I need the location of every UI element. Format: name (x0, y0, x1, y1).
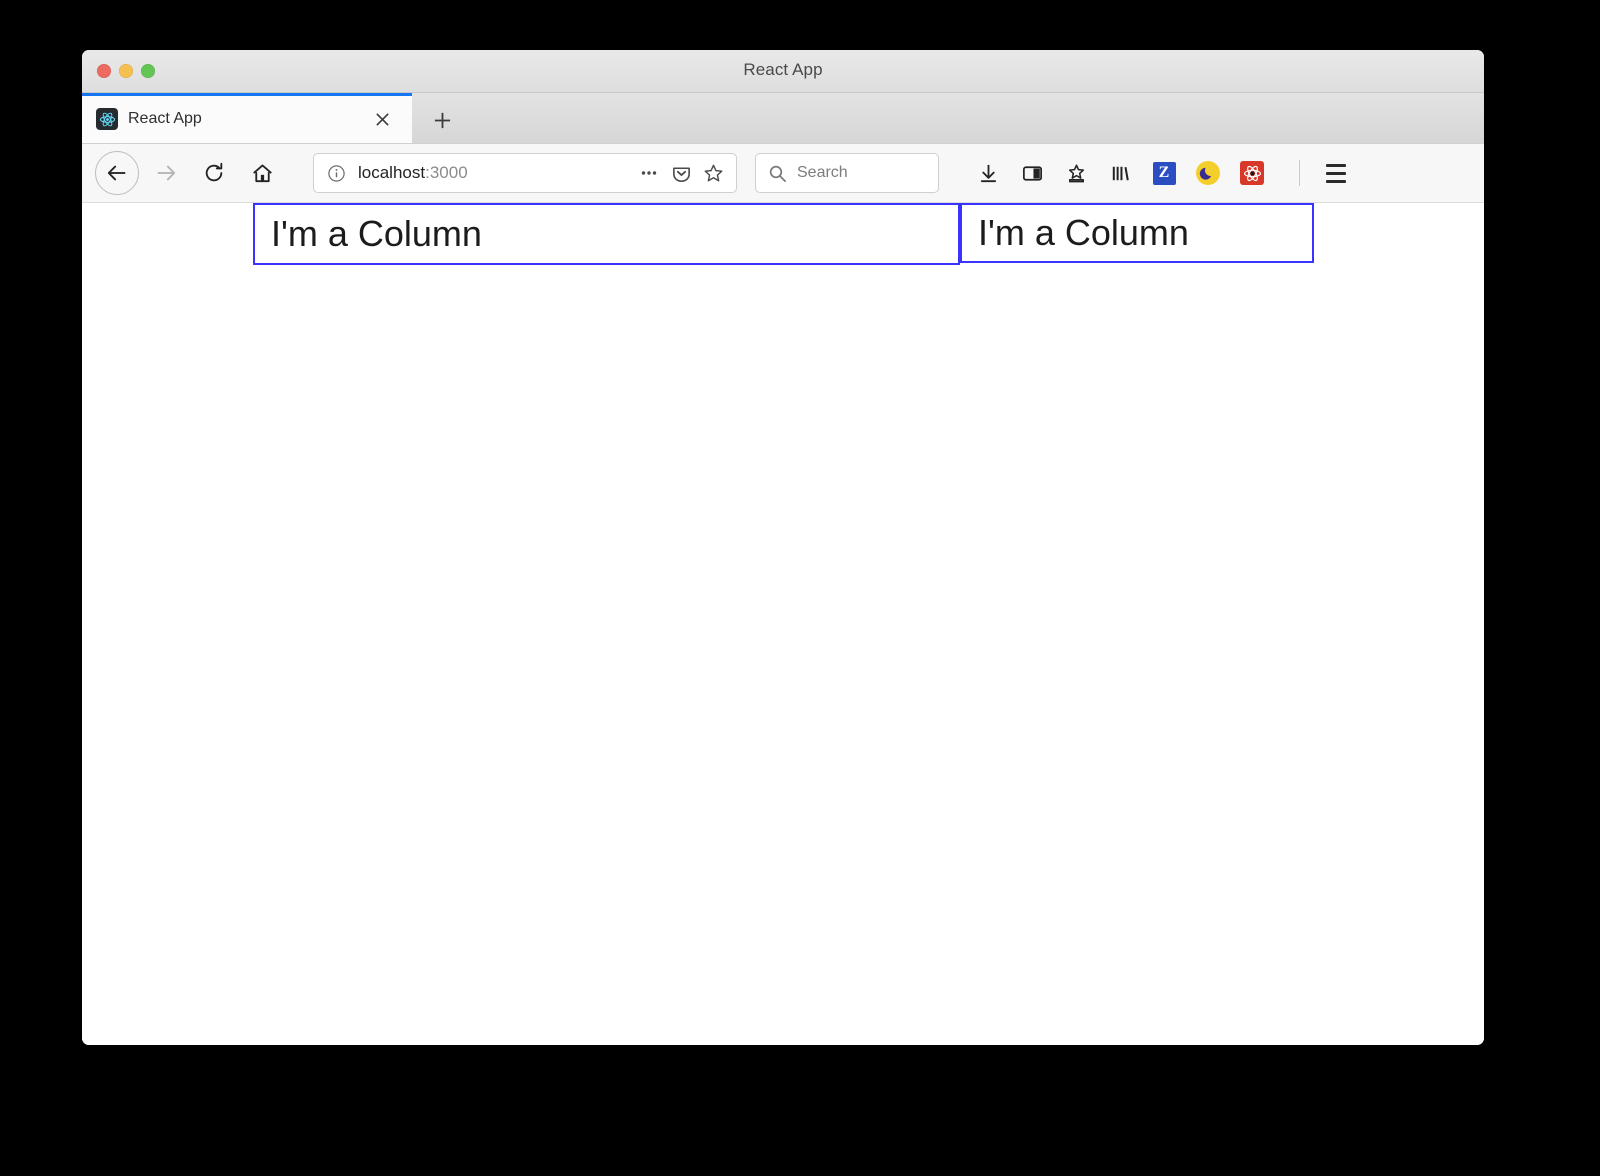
url-host: localhost (358, 163, 425, 182)
search-input[interactable]: Search (797, 164, 848, 182)
new-tab-icon[interactable] (422, 103, 462, 137)
reload-button-icon[interactable] (193, 152, 235, 194)
toolbar-icon-group: Z (973, 155, 1362, 191)
column-box-2[interactable]: I'm a Column (960, 203, 1314, 263)
column-row: I'm a Column I'm a Column (253, 203, 1314, 265)
react-logo-icon (96, 108, 118, 130)
moon-badge (1196, 161, 1220, 185)
dark-reader-moon-icon[interactable] (1193, 158, 1223, 188)
react-devtools-icon[interactable] (1237, 158, 1267, 188)
app-menu-icon[interactable] (1318, 155, 1354, 191)
info-circle-icon[interactable] (326, 163, 346, 183)
search-bar[interactable]: Search (755, 153, 939, 193)
bookmark-star-icon[interactable] (701, 161, 725, 185)
pocket-icon[interactable] (669, 161, 693, 185)
home-button-icon[interactable] (241, 152, 283, 194)
url-input[interactable]: localhost:3000 (358, 163, 637, 183)
hamburger-bar (1326, 180, 1346, 183)
url-bar-actions (637, 161, 725, 185)
toolbar-divider (1299, 160, 1300, 186)
screen-canvas: React App React App (0, 0, 1600, 1176)
column-box-1[interactable]: I'm a Column (253, 203, 960, 265)
browser-window: React App React App (82, 50, 1484, 1045)
tab-strip: React App (82, 93, 1484, 144)
react-devtools-badge (1240, 161, 1264, 185)
save-to-pocket-tray-icon[interactable] (1061, 158, 1091, 188)
window-titlebar: React App (82, 50, 1484, 93)
downloads-icon[interactable] (973, 158, 1003, 188)
zotero-icon[interactable]: Z (1149, 158, 1179, 188)
library-icon[interactable] (1105, 158, 1135, 188)
search-icon (767, 163, 787, 183)
forward-button-icon[interactable] (145, 152, 187, 194)
tab-label: React App (128, 108, 202, 130)
reader-sidebar-icon[interactable] (1017, 158, 1047, 188)
column-label: I'm a Column (255, 216, 482, 252)
window-title: React App (82, 60, 1484, 80)
page-actions-icon[interactable] (637, 161, 661, 185)
page-content: I'm a Column I'm a Column (82, 203, 1484, 1045)
column-label: I'm a Column (962, 215, 1189, 251)
hamburger-bar (1326, 172, 1346, 175)
close-tab-icon[interactable] (370, 107, 394, 131)
hamburger-bar (1326, 164, 1346, 167)
zotero-badge-label: Z (1153, 162, 1176, 185)
navigation-toolbar: localhost:3000 (82, 144, 1484, 203)
url-bar[interactable]: localhost:3000 (313, 153, 737, 193)
tab-react-app[interactable]: React App (82, 93, 412, 143)
back-button-icon[interactable] (95, 151, 139, 195)
url-port: :3000 (425, 163, 468, 182)
